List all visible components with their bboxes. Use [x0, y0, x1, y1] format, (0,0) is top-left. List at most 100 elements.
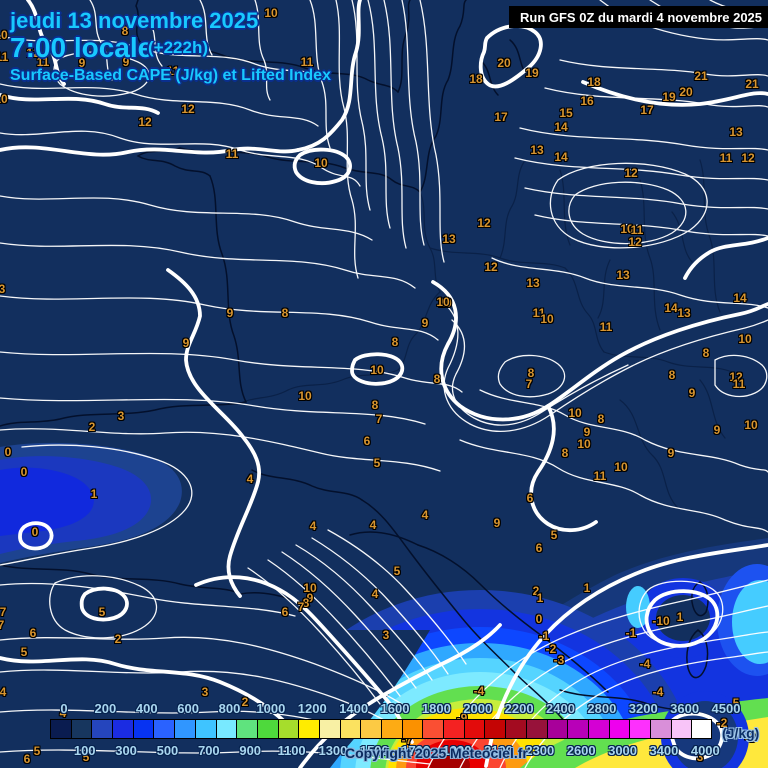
map-value-label: 14: [664, 301, 678, 315]
map-value-label: 12: [484, 260, 498, 274]
scale-color-box: [608, 719, 630, 739]
map-value-label: 10: [264, 6, 278, 20]
map-value-label: 16: [580, 94, 594, 108]
map-value-label: 21: [694, 69, 708, 83]
map-value-label: 4: [0, 685, 7, 699]
map-value-label: 9: [713, 423, 721, 437]
map-value-label: 6: [23, 752, 31, 766]
scale-color-box: [153, 719, 175, 739]
scale-color-box: [381, 719, 402, 739]
scale-tick-label: 3400: [649, 743, 679, 758]
scale-color-box: [236, 719, 257, 739]
scale-tick-label: 4000: [690, 743, 720, 758]
map-value-label: 10: [744, 418, 758, 432]
scale-tick-label: 1300: [318, 743, 348, 758]
weather-map-page: 1081011121199111110121211102019181821201…: [0, 0, 768, 768]
scale-color-box: [401, 719, 423, 739]
map-value-label: 0: [20, 465, 28, 479]
map-value-label: 10: [738, 332, 752, 346]
map-value-label: 3: [201, 685, 209, 699]
map-value-label: -4: [652, 685, 664, 699]
map-value-label: 3: [382, 628, 390, 642]
scale-tick-label: 4500: [711, 701, 741, 716]
map-value-label: -1: [625, 626, 637, 640]
map-value-label: 8: [561, 446, 569, 460]
map-value-label: 19: [525, 66, 539, 80]
scale-tick-label: 300: [115, 743, 137, 758]
map-value-label: 21: [745, 77, 759, 91]
map-value-label: 12: [624, 166, 638, 180]
scale-color-box: [50, 719, 71, 739]
map-value-label: 2: [114, 632, 122, 646]
map-value-label: 5: [98, 605, 106, 619]
map-value-label: -3: [553, 653, 565, 667]
scale-color-box: [91, 719, 113, 739]
map-value-label: 7: [0, 605, 7, 619]
map-value-label: 19: [662, 90, 676, 104]
map-value-label: 6: [281, 605, 289, 619]
map-value-label: 11: [593, 469, 607, 483]
map-value-label: 7: [525, 377, 533, 391]
scale-color-box: [463, 719, 485, 739]
map-value-label: 1: [90, 487, 98, 501]
map-value-label: 8: [371, 398, 379, 412]
map-value-label: 14: [733, 291, 747, 305]
scale-tick-label: 2600: [566, 743, 596, 758]
map-value-label: 12: [477, 216, 491, 230]
map-value-label: 1: [676, 610, 684, 624]
map-value-label: 13: [677, 306, 691, 320]
map-value-label: 11: [599, 320, 613, 334]
map-value-label: 9: [667, 446, 675, 460]
map-value-label: 6: [29, 626, 37, 640]
map-value-label: 3: [0, 282, 6, 296]
scale-color-box: [70, 719, 92, 739]
map-value-label: 10: [568, 406, 582, 420]
scale-tick-label: 2400: [546, 701, 575, 716]
scale-tick-label: 1400: [339, 701, 369, 716]
map-value-label: 7: [297, 600, 305, 614]
map-value-label: -4: [639, 657, 651, 671]
title-time: 7:00 locale: [10, 32, 154, 63]
map-value-label: 4: [371, 587, 379, 601]
scale-color-box: [525, 719, 547, 739]
map-value-label: 9: [688, 386, 696, 400]
map-value-label: 13: [530, 143, 544, 157]
scale-tick-label: 400: [135, 701, 158, 716]
title-date: jeudi 13 novembre 2025: [10, 8, 259, 33]
map-value-label: -10: [652, 614, 670, 628]
map-value-label: 9: [493, 516, 501, 530]
scale-color-box: [112, 719, 133, 739]
map-value-label: -4: [473, 684, 485, 698]
map-value-label: 5: [33, 744, 41, 758]
map-value-label: 6: [535, 541, 543, 555]
scale-color-box: [174, 719, 195, 739]
map-value-label: 13: [729, 125, 743, 139]
map-value-label: 10: [298, 389, 312, 403]
scale-color-box: [567, 719, 588, 739]
scale-color-box: [629, 719, 650, 739]
map-value-label: -1: [538, 629, 550, 643]
scale-tick-label: 1100: [277, 743, 306, 758]
scale-tick-label: 500: [156, 743, 179, 758]
map-value-label: 14: [554, 120, 568, 134]
map-value-label: 2: [241, 695, 249, 709]
map-value-label: 10: [577, 437, 591, 451]
scale-tick-label: 2800: [587, 701, 617, 716]
scale-color-box: [670, 719, 692, 739]
scale-color-box: [546, 719, 568, 739]
map-value-label: 17: [640, 103, 654, 117]
scale-color-box: [215, 719, 237, 739]
map-value-label: 12: [628, 235, 642, 249]
map-value-label: 12: [741, 151, 755, 165]
scale-color-box: [505, 719, 526, 739]
map-value-label: 9: [182, 336, 190, 350]
map-value-label: 10: [436, 295, 450, 309]
map-value-label: 15: [559, 106, 573, 120]
map-value-label: 8: [597, 412, 605, 426]
map-value-label: 9: [226, 306, 234, 320]
scale-tick-label: 3600: [670, 701, 700, 716]
map-value-label: 20: [679, 85, 693, 99]
map-value-label: 10: [370, 363, 384, 377]
scale-tick-label: 0: [60, 701, 68, 716]
map-value-label: 6: [363, 434, 371, 448]
